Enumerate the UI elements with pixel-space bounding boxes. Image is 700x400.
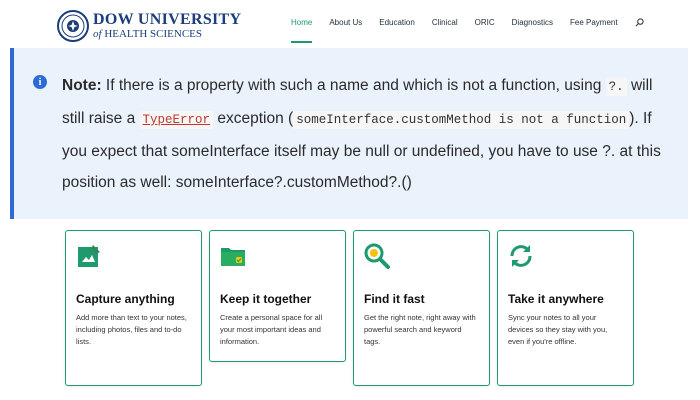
nav-education[interactable]: Education <box>379 18 415 27</box>
magnifier-icon <box>364 243 390 269</box>
card-description: Sync your notes to all your devices so t… <box>508 313 608 346</box>
note-text: Note: If there is a property with such a… <box>62 77 661 191</box>
site-header: DOW UNIVERSITY of HEALTH SCIENCES Home A… <box>0 0 700 48</box>
nav-clinical[interactable]: Clinical <box>432 18 458 27</box>
card-title: Capture anything <box>76 292 175 306</box>
nav-about-us[interactable]: About Us <box>329 18 362 27</box>
code-typeerror-link[interactable]: TypeError <box>139 111 214 129</box>
sync-icon <box>510 245 532 267</box>
search-icon[interactable] <box>635 18 644 27</box>
card-title: Keep it together <box>220 292 312 306</box>
feature-card-take[interactable]: Take it anywhere Sync your notes to all … <box>497 230 634 386</box>
card-description: Create a personal space for all your mos… <box>220 313 323 346</box>
code-optional-chaining: ?. <box>605 78 627 96</box>
nav-home[interactable]: Home <box>291 18 313 43</box>
card-description: Get the right note, right away with powe… <box>364 313 476 346</box>
code-custom-method: someInterface.customMethod is not a func… <box>293 111 630 129</box>
pen-note-icon <box>78 245 100 267</box>
feature-card-find[interactable]: Find it fast Get the right note, right a… <box>353 230 490 386</box>
logo-title: DOW UNIVERSITY <box>93 11 242 28</box>
feature-card-keep[interactable]: Keep it together Create a personal space… <box>209 230 346 362</box>
note-label: Note: <box>62 77 102 94</box>
note-callout: i Note: If there is a property with such… <box>10 48 688 219</box>
logo-subtitle: of HEALTH SCIENCES <box>93 28 202 40</box>
nav-diagnostics[interactable]: Diagnostics <box>512 18 553 27</box>
info-icon: i <box>33 75 47 89</box>
card-title: Take it anywhere <box>508 292 604 306</box>
nav-oric[interactable]: ORIC <box>475 18 495 27</box>
main-nav: Home About Us Education Clinical ORIC Di… <box>291 18 644 43</box>
university-logo[interactable]: DOW UNIVERSITY of HEALTH SCIENCES <box>57 10 241 42</box>
card-description: Add more than text to your notes, includ… <box>76 313 187 346</box>
feature-card-capture[interactable]: Capture anything Add more than text to y… <box>65 230 202 386</box>
nav-fee-payment[interactable]: Fee Payment <box>570 18 618 27</box>
card-title: Find it fast <box>364 292 425 306</box>
folder-check-icon <box>221 248 245 266</box>
university-seal-icon <box>57 10 89 42</box>
